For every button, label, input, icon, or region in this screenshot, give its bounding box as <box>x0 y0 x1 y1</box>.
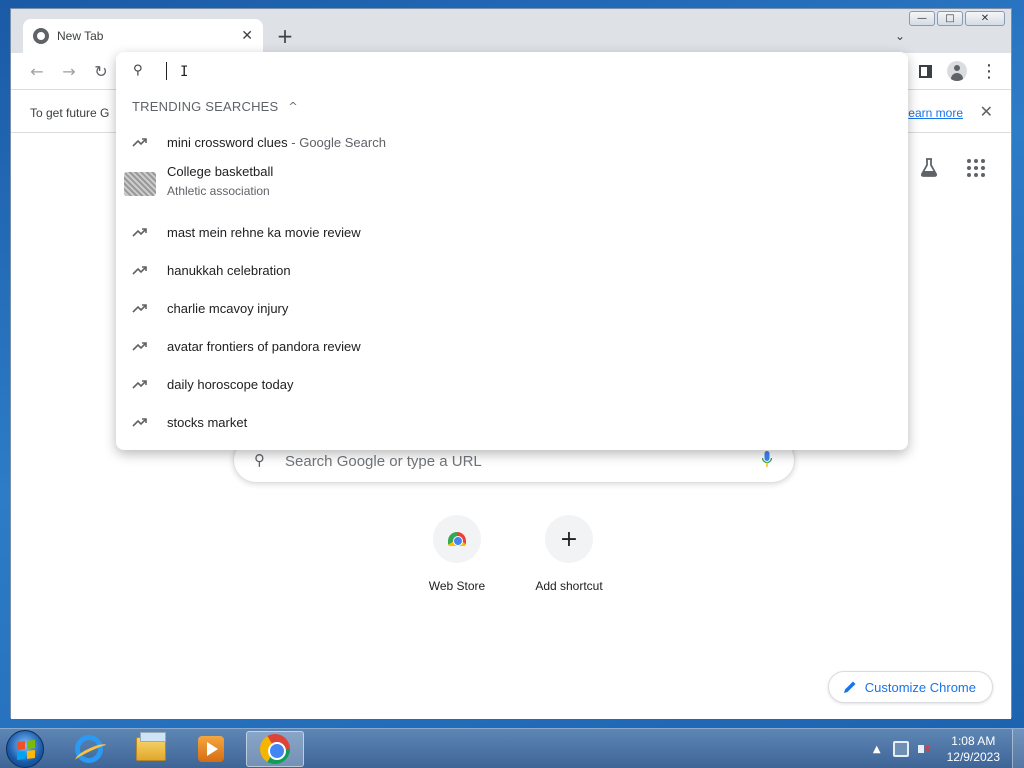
side-panel-icon <box>918 64 932 78</box>
internet-explorer-icon <box>75 735 103 763</box>
tab-close-icon[interactable]: ✕ <box>241 28 253 44</box>
media-player-icon <box>198 736 224 762</box>
back-button[interactable]: ← <box>25 59 49 83</box>
trending-up-icon <box>132 228 147 237</box>
suggestion-row[interactable]: stocks market <box>116 404 908 442</box>
shortcut-web-store[interactable]: Web Store <box>401 515 513 593</box>
suggestion-query: stocks market <box>167 415 248 430</box>
forward-button[interactable]: → <box>57 59 81 83</box>
tab-search-button[interactable]: ⌄ <box>895 29 905 43</box>
trending-header[interactable]: TRENDING SEARCHES ^ <box>132 99 298 114</box>
chrome-menu-button[interactable]: ⋮ <box>977 59 1001 83</box>
taskbar-google-chrome[interactable] <box>246 731 304 767</box>
chrome-labs-icon[interactable] <box>919 157 939 177</box>
suggestion-query: avatar frontiers of pandora review <box>167 339 361 354</box>
tab-title: New Tab <box>57 29 104 43</box>
suggestion-row[interactable]: daily horoscope today <box>116 366 908 404</box>
show-desktop-button[interactable] <box>1012 729 1024 768</box>
suggestion-row[interactable]: charlie mcavoy injury <box>116 290 908 328</box>
info-bar-close-icon[interactable]: ✕ <box>980 102 993 121</box>
taskbar-internet-explorer[interactable] <box>60 731 118 767</box>
trending-up-icon <box>132 380 147 389</box>
omnibox-input[interactable]: ⚲ I <box>116 52 908 90</box>
folder-icon <box>136 732 166 761</box>
network-icon[interactable] <box>892 741 909 757</box>
trending-up-icon <box>132 266 147 275</box>
suggestion-text: mini crossword clues - Google Search <box>167 135 386 150</box>
start-button[interactable] <box>6 730 44 768</box>
taskbar-media-player[interactable] <box>182 731 240 767</box>
tab-new-tab[interactable]: New Tab ✕ <box>23 19 263 53</box>
plus-icon: + <box>545 515 593 563</box>
text-caret <box>166 62 167 80</box>
suggestion-suffix: - Google Search <box>287 135 386 150</box>
trending-up-icon <box>132 418 147 427</box>
windows-logo-icon <box>17 740 35 760</box>
shortcut-add[interactable]: + Add shortcut <box>513 515 625 593</box>
reload-button[interactable]: ↻ <box>89 59 113 83</box>
customize-chrome-button[interactable]: Customize Chrome <box>827 671 993 703</box>
suggestion-text: charlie mcavoy injury <box>167 301 288 316</box>
taskbar-windows-explorer[interactable] <box>122 731 180 767</box>
trending-up-icon <box>132 342 147 351</box>
suggestion-text: hanukkah celebration <box>167 263 291 278</box>
trending-up-icon <box>132 304 147 313</box>
suggestion-row[interactable]: mast mein rehne ka movie review <box>116 214 908 252</box>
suggestion-query: hanukkah celebration <box>167 263 291 278</box>
trending-header-label: TRENDING SEARCHES <box>132 99 279 114</box>
suggestion-text: College basketball <box>167 164 274 179</box>
entity-thumbnail <box>124 172 156 196</box>
suggestion-query: daily horoscope today <box>167 377 294 392</box>
suggestion-text: daily horoscope today <box>167 377 293 392</box>
google-apps-icon[interactable] <box>967 159 985 177</box>
learn-more-link[interactable]: earn more <box>908 106 963 120</box>
side-panel-button[interactable] <box>913 59 937 83</box>
search-placeholder: Search Google or type a URL <box>285 453 482 470</box>
chrome-favicon-icon <box>33 28 49 44</box>
chevron-up-icon[interactable]: ^ <box>288 100 297 113</box>
omnibox-dropdown: ⚲ I TRENDING SEARCHES ^ mini crossword c… <box>116 52 908 450</box>
show-hidden-icons-button[interactable]: ▲ <box>873 744 881 755</box>
chrome-icon <box>260 734 290 764</box>
new-tab-button[interactable]: + <box>273 24 297 48</box>
search-icon: ⚲ <box>254 451 265 469</box>
ibeam-cursor-icon: I <box>180 64 189 80</box>
profile-icon <box>947 61 967 81</box>
suggestion-text: mast mein rehne ka movie review <box>167 225 361 240</box>
web-store-icon <box>448 532 466 546</box>
suggestion-text: stocks market <box>167 415 247 430</box>
pencil-icon <box>843 681 856 693</box>
suggestion-query: mini crossword clues <box>167 135 288 150</box>
suggestion-row[interactable]: avatar frontiers of pandora review <box>116 328 908 366</box>
suggestion-row[interactable]: mini crossword clues - Google Search <box>116 124 908 162</box>
voice-search-icon[interactable] <box>762 451 772 467</box>
customize-chrome-label: Customize Chrome <box>864 679 976 695</box>
clock-time: 1:08 AM <box>951 734 996 748</box>
suggestion-text: avatar frontiers of pandora review <box>167 339 361 354</box>
shortcut-label: Add shortcut <box>535 579 603 593</box>
clock-date: 12/9/2023 <box>946 750 1000 764</box>
trending-up-icon <box>132 138 147 147</box>
suggestion-row[interactable]: hanukkah celebration <box>116 252 908 290</box>
info-bar-message: To get future G <box>30 106 110 120</box>
suggestion-query: mast mein rehne ka movie review <box>167 225 361 240</box>
tab-strip: New Tab ✕ + ⌄ <box>11 9 1011 53</box>
search-icon: ⚲ <box>133 63 143 78</box>
suggestion-entity-row[interactable]: College basketball Athletic association <box>116 162 908 210</box>
suggestion-subtitle: Athletic association <box>167 184 270 198</box>
shortcut-label: Web Store <box>428 579 486 593</box>
clock[interactable]: 1:08 AM 12/9/2023 <box>947 733 1000 765</box>
system-tray: ▲ 1:08 AM 12/9/2023 <box>873 729 1024 768</box>
profile-button[interactable] <box>945 59 969 83</box>
web-store-tile <box>433 515 481 563</box>
suggestion-query: charlie mcavoy injury <box>167 301 289 316</box>
taskbar: ▲ 1:08 AM 12/9/2023 <box>0 728 1024 768</box>
volume-muted-icon[interactable] <box>917 741 933 757</box>
